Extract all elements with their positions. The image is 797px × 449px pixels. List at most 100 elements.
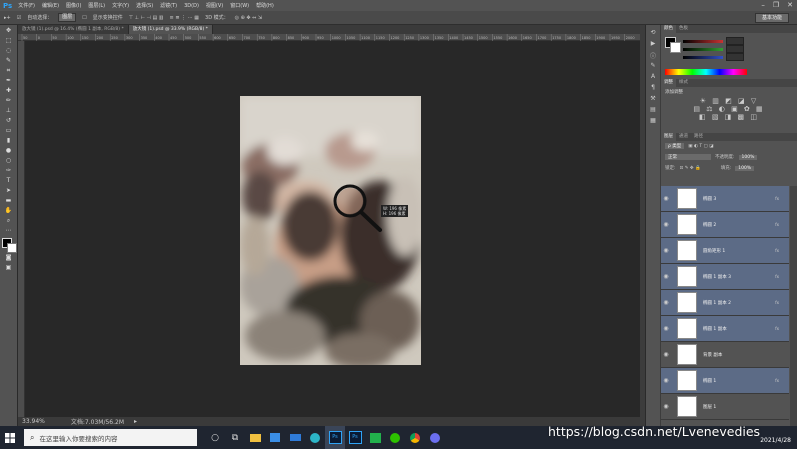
crop-tool-icon[interactable]: ⌗ — [3, 67, 15, 75]
photoshop-taskbar-icon-2[interactable]: Ps — [345, 426, 365, 449]
history-icon[interactable]: ⟲ — [649, 29, 658, 36]
layer-fx-badge[interactable]: fx — [775, 378, 779, 383]
menu-help[interactable]: 帮助(H) — [256, 2, 274, 9]
shape-tool-icon[interactable]: ▬ — [3, 197, 15, 205]
doc-tab-2[interactable]: 放大镜 (1).psd @ 33.9% (RGB/8) * — [128, 25, 213, 34]
tab-channels[interactable]: 通道 — [676, 133, 691, 141]
character-icon[interactable]: A — [649, 73, 658, 80]
eraser-tool-icon[interactable]: ▭ — [3, 127, 15, 135]
photoshop-taskbar-icon[interactable]: Ps — [325, 426, 345, 449]
blue-slider[interactable] — [683, 53, 744, 61]
file-explorer-icon[interactable] — [245, 426, 265, 449]
notes-icon[interactable]: ▦ — [649, 117, 658, 124]
layer-row[interactable]: ◉ 背景 副本 — [661, 342, 789, 368]
visibility-eye-icon[interactable]: ◉ — [661, 299, 671, 306]
auto-select-checkbox[interactable]: ☑ — [17, 15, 21, 21]
adjustment-icons-row-3[interactable]: ◧ ▧ ◨ ▩ ◫ — [661, 113, 797, 121]
menu-view[interactable]: 视图(V) — [206, 2, 223, 9]
visibility-eye-icon[interactable]: ◉ — [661, 325, 671, 332]
zoom-tool-icon[interactable]: ⌕ — [3, 217, 15, 225]
menu-filter[interactable]: 滤镜(T) — [160, 2, 177, 9]
layer-scrollbar[interactable] — [790, 186, 797, 436]
hand-tool-icon[interactable]: ✋ — [3, 207, 15, 215]
shield-app-icon[interactable] — [425, 426, 445, 449]
path-select-icon[interactable]: ➤ — [3, 187, 15, 195]
mail-icon[interactable] — [285, 426, 305, 449]
green-slider[interactable] — [683, 45, 744, 53]
extra-tools-icon[interactable]: ⋯ — [3, 227, 15, 235]
adjustment-icons-row-1[interactable]: ☀ ▥ ◩ ◪ ▽ — [661, 97, 797, 105]
paragraph-icon[interactable]: ¶ — [649, 84, 658, 91]
tab-styles[interactable]: 样式 — [676, 79, 691, 87]
tab-adjustments[interactable]: 调整 — [661, 79, 676, 87]
red-slider[interactable] — [683, 37, 744, 45]
tool-preset-icon[interactable]: ⚒ — [649, 95, 658, 102]
edge-icon[interactable] — [305, 426, 325, 449]
3d-tools-icons[interactable]: ◎ ⊕ ✥ ⇔ ⇲ — [235, 15, 262, 21]
dodge-tool-icon[interactable]: ○ — [3, 157, 15, 165]
visibility-eye-icon[interactable]: ◉ — [661, 195, 671, 202]
align-icons[interactable]: ⊤ ⊥ ⊢ ⊣ ▤ ▥ — [129, 15, 164, 21]
tab-paths[interactable]: 路径 — [691, 133, 706, 141]
brush-tool-icon[interactable]: ✏ — [3, 97, 15, 105]
color-swatches[interactable] — [1, 238, 17, 253]
lasso-tool-icon[interactable]: ◌ — [3, 47, 15, 55]
close-icon[interactable]: ✕ — [787, 1, 793, 9]
blur-tool-icon[interactable]: ● — [3, 147, 15, 155]
layer-row[interactable]: ◉ 椭圆 2 fx — [661, 212, 789, 238]
start-button[interactable] — [0, 426, 20, 449]
layer-fx-badge[interactable]: fx — [775, 196, 779, 201]
layer-filter-icons[interactable]: ▣ ◐ T ▢ ◪ — [688, 144, 713, 149]
menu-type[interactable]: 文字(Y) — [112, 2, 129, 9]
cortana-icon[interactable]: ○ — [205, 426, 225, 449]
blue-value[interactable] — [726, 53, 744, 61]
tab-swatches[interactable]: 色板 — [676, 25, 691, 33]
stamp-tool-icon[interactable]: ⊥ — [3, 107, 15, 115]
info-icon[interactable]: ⓘ — [649, 51, 658, 60]
move-tool-icon[interactable]: ▸+ — [4, 15, 11, 21]
brush-preset-icon[interactable]: ✎ — [649, 62, 658, 69]
red-value[interactable] — [726, 37, 744, 45]
history-brush-icon[interactable]: ↺ — [3, 117, 15, 125]
pen-tool-icon[interactable]: ✑ — [3, 167, 15, 175]
gradient-tool-icon[interactable]: ▮ — [3, 137, 15, 145]
actions-icon[interactable]: ▶ — [649, 40, 658, 47]
layer-row[interactable]: ◉ 椭圆 1 副本 2 fx — [661, 290, 789, 316]
visibility-eye-icon[interactable]: ◉ — [661, 247, 671, 254]
layer-row[interactable]: ◉ 椭圆 1 副本 fx — [661, 316, 789, 342]
properties-icon[interactable]: ▤ — [649, 106, 658, 113]
move-tool-icon[interactable]: ✥ — [3, 27, 15, 35]
chrome-icon[interactable] — [405, 426, 425, 449]
layer-row[interactable]: ◉ 图层 1 — [661, 394, 789, 420]
auto-select-target[interactable]: 图层 — [58, 13, 77, 22]
zoom-level[interactable]: 33.94% — [22, 418, 45, 425]
system-tray[interactable]: 2021/4/28 — [760, 428, 791, 444]
color-spectrum[interactable] — [665, 69, 747, 75]
doc-tab-1[interactable]: 放大镜 (1).psd @ 16.4% (椭圆 1 副本, RGB/8) * — [18, 25, 129, 34]
layer-fx-badge[interactable]: fx — [775, 300, 779, 305]
wechat-icon[interactable] — [385, 426, 405, 449]
document-canvas[interactable]: W: 196 像素 H: 196 像素 — [240, 96, 421, 365]
tab-color[interactable]: 颜色 — [661, 25, 676, 33]
store-icon[interactable] — [265, 426, 285, 449]
show-transform-checkbox[interactable]: ☐ — [82, 15, 86, 21]
lock-icons[interactable]: ⊡ ✎ ✥ 🔒 — [680, 166, 701, 171]
task-view-icon[interactable]: ⧉ — [225, 426, 245, 449]
quick-select-tool-icon[interactable]: ✎ — [3, 57, 15, 65]
menu-3d[interactable]: 3D(D) — [184, 3, 199, 9]
doc-size[interactable]: 文档:7.03M/56.2M — [71, 417, 124, 426]
video-app-icon[interactable] — [365, 426, 385, 449]
background-color[interactable] — [670, 42, 681, 53]
layer-row[interactable]: ◉ 椭圆 3 fx — [661, 186, 789, 212]
layer-fx-badge[interactable]: fx — [775, 248, 779, 253]
quick-mask-icon[interactable]: ◙ — [3, 254, 15, 262]
layer-row[interactable]: ◉ 椭圆 1 fx — [661, 368, 789, 394]
green-value[interactable] — [726, 45, 744, 53]
visibility-eye-icon[interactable]: ◉ — [661, 351, 671, 358]
eyedropper-tool-icon[interactable]: ✒ — [3, 77, 15, 85]
distribute-icons[interactable]: ≡ ≣ ⋮ ⋯ ▦ — [170, 15, 199, 21]
menu-window[interactable]: 窗口(W) — [230, 2, 249, 9]
visibility-eye-icon[interactable]: ◉ — [661, 377, 671, 384]
layer-filter-kind[interactable]: ρ 类型 — [665, 143, 685, 149]
blend-mode-select[interactable]: 正常 — [665, 154, 711, 160]
